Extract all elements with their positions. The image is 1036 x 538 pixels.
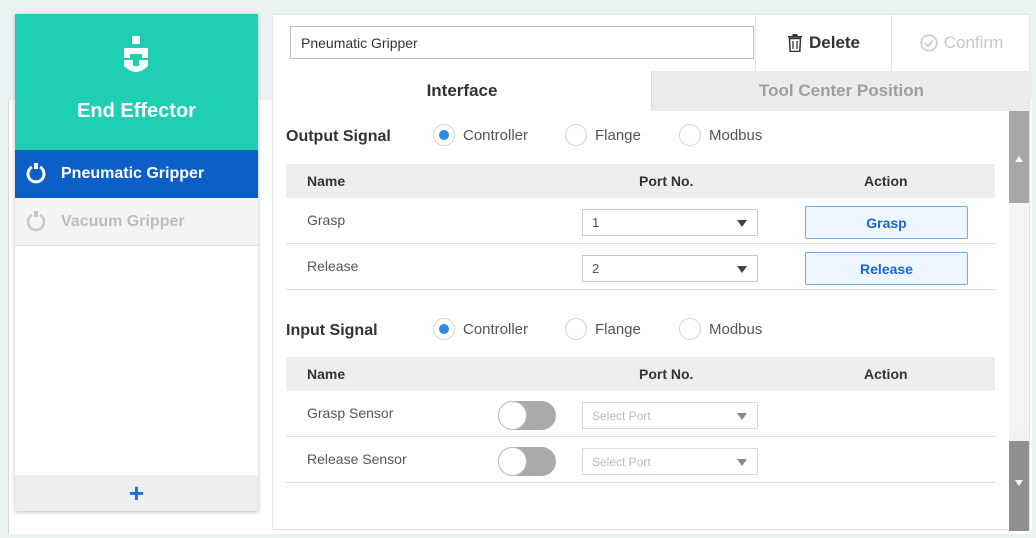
column-port: Port No. [639,173,694,189]
port-placeholder: Select Port [592,454,651,469]
sidebar-item-vacuum-gripper[interactable]: Vacuum Gripper [15,198,258,246]
scroll-track-bottom[interactable] [1009,441,1029,531]
output-radio-controller[interactable]: Controller [433,124,528,146]
plus-icon: + [128,478,145,508]
sidebar-item-label: Vacuum Gripper [61,212,185,230]
confirm-button[interactable]: Confirm [891,15,1031,71]
radio-dot [433,124,455,146]
radio-label: Flange [595,126,641,144]
row-name: Release [307,258,359,274]
input-signal-label: Input Signal [286,322,378,339]
input-radio-modbus[interactable]: Modbus [679,318,762,340]
chevron-down-icon [737,413,747,420]
tab-interface[interactable]: Interface [273,71,651,111]
output-radio-modbus[interactable]: Modbus [679,124,762,146]
row-name: Grasp Sensor [307,405,394,421]
gripper-icon [26,210,46,231]
radio-dot [565,124,587,146]
end-effector-name-input[interactable] [290,26,754,59]
main-panel: Delete Confirm Interface Tool Center Pos… [272,14,1031,531]
port-select[interactable]: Select Port [582,402,758,429]
tab-tool-center-position[interactable]: Tool Center Position [651,71,1031,111]
confirm-label: Confirm [943,33,1004,52]
radio-label: Controller [463,126,529,144]
input-table-header: Name Port No. Action [286,357,995,391]
port-select[interactable]: Select Port [582,448,758,475]
column-name: Name [307,173,346,189]
trash-icon [787,34,802,52]
gripper-icon [26,163,46,184]
column-port: Port No. [639,366,694,382]
vertical-scrollbar[interactable] [1009,111,1029,531]
input-radio-controller[interactable]: Controller [433,318,528,340]
radio-label: Flange [595,320,641,338]
delete-button[interactable]: Delete [755,15,891,71]
grasp-button[interactable]: Grasp [805,206,968,239]
port-value: 2 [592,261,600,276]
delete-label: Delete [808,33,861,52]
end-effector-icon [124,36,148,72]
radio-dot [679,124,701,146]
sidebar: End Effector Pneumatic Gripper Vacuum Gr… [15,14,258,511]
add-end-effector-button[interactable]: + [15,475,258,511]
check-circle-icon [920,34,938,52]
toggle-knob [498,447,527,476]
sidebar-title: End Effector [77,100,196,122]
release-button[interactable]: Release [805,252,968,285]
release-sensor-toggle[interactable] [498,447,556,476]
table-row: Grasp Sensor Select Port [286,391,995,437]
row-name: Grasp [307,212,346,228]
output-table-header: Name Port No. Action [286,164,995,198]
column-name: Name [307,366,346,382]
chevron-down-icon [737,220,747,227]
sidebar-header: End Effector [15,14,258,150]
scroll-up-icon[interactable] [1015,156,1023,162]
input-radio-flange[interactable]: Flange [565,318,641,340]
port-select[interactable]: 1 [582,209,758,236]
column-action: Action [864,366,908,382]
scroll-down-icon[interactable] [1015,480,1023,486]
output-signal-label: Output Signal [286,128,391,145]
scroll-thumb[interactable] [1009,203,1029,431]
port-placeholder: Select Port [592,408,651,423]
table-row: Release 2 Release [286,244,995,290]
radio-dot [565,318,587,340]
radio-dot [679,318,701,340]
toggle-knob [498,401,527,430]
chevron-down-icon [737,459,747,466]
port-value: 1 [592,215,600,230]
table-row: Grasp 1 Grasp [286,198,995,244]
output-radio-flange[interactable]: Flange [565,124,641,146]
radio-label: Modbus [709,320,763,338]
sidebar-item-label: Pneumatic Gripper [61,165,205,182]
column-action: Action [864,173,908,189]
table-row: Release Sensor Select Port [286,437,995,483]
radio-label: Controller [463,320,529,338]
radio-dot [433,318,455,340]
chevron-down-icon [737,266,747,273]
radio-label: Modbus [709,126,763,144]
port-select[interactable]: 2 [582,255,758,282]
sidebar-item-pneumatic-gripper[interactable]: Pneumatic Gripper [15,150,258,198]
row-name: Release Sensor [307,451,407,467]
grasp-sensor-toggle[interactable] [498,401,556,430]
